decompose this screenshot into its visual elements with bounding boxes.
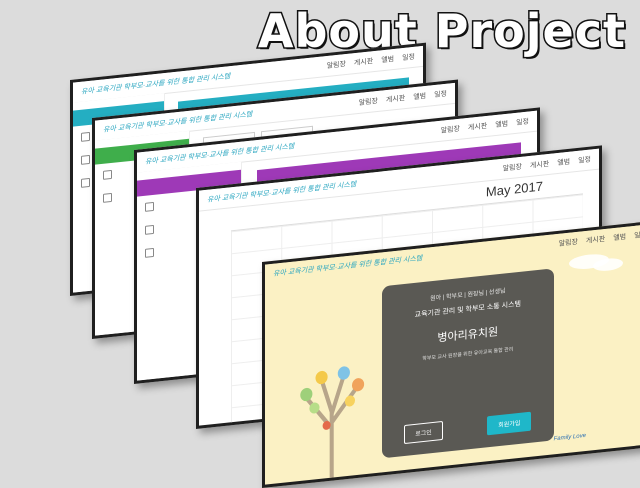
menu-item[interactable]: 게시판 (586, 234, 605, 246)
leaf (315, 370, 328, 385)
menu-item[interactable]: 일정 (434, 89, 447, 100)
slide-menu: 알림장 게시판 앨범 일정 (359, 89, 447, 108)
page-icon (81, 131, 90, 142)
menu-item[interactable]: 게시판 (530, 159, 549, 171)
menu-item[interactable]: 알림장 (503, 162, 522, 174)
signature-text: Family Love (553, 432, 586, 443)
menu-item[interactable]: 알림장 (327, 59, 346, 71)
menu-item[interactable]: 알림장 (559, 237, 578, 249)
menu-item[interactable]: 일정 (634, 230, 640, 241)
menu-item[interactable]: 게시판 (468, 121, 487, 133)
menu-item[interactable]: 앨범 (613, 232, 626, 243)
login-button[interactable]: 로그인 (404, 420, 443, 445)
panel-buttons: 로그인 회원가입 (382, 409, 554, 446)
slide-menu: 알림장 게시판 앨범 일정 (559, 230, 640, 249)
slide-stack: 유아 교육기관 학부모·교사를 위한 통합 관리 시스템 알림장 게시판 앨범 … (0, 0, 640, 488)
leaf (337, 366, 350, 380)
slide-menu: 알림장 게시판 앨범 일정 (441, 116, 529, 135)
page-icon (103, 169, 112, 180)
slide-menu: 알림장 게시판 앨범 일정 (503, 154, 591, 173)
tree-trunk (304, 374, 359, 478)
menu-item[interactable]: 앨범 (381, 54, 394, 65)
page-icon (81, 154, 90, 165)
menu-item[interactable]: 일정 (578, 154, 591, 165)
page-icon (81, 177, 90, 188)
menu-item[interactable]: 일정 (516, 116, 529, 127)
menu-item[interactable]: 일정 (402, 52, 415, 63)
tree-illustration (299, 366, 364, 478)
menu-item[interactable]: 앨범 (495, 119, 508, 130)
page-icon (145, 201, 154, 212)
menu-item[interactable]: 게시판 (354, 56, 373, 68)
menu-item[interactable]: 게시판 (386, 93, 405, 105)
menu-item[interactable]: 알림장 (441, 124, 460, 136)
leaf (351, 378, 364, 392)
slide-landing: 유아 교육기관 학부모·교사를 위한 통합 관리 시스템 알림장 게시판 앨범 … (262, 220, 640, 488)
menu-item[interactable]: 앨범 (413, 91, 426, 102)
menu-item[interactable]: 앨범 (557, 157, 570, 168)
login-panel: 원아 | 학부모 | 원장님 | 선생님 교육기관 관리 및 학부모 소통 시스… (382, 268, 554, 459)
leaf (344, 395, 355, 407)
menu-item[interactable]: 알림장 (359, 96, 378, 108)
page-icon (145, 224, 154, 235)
page-icon (145, 247, 154, 258)
signup-button[interactable]: 회원가입 (487, 411, 532, 436)
slide-menu: 알림장 게시판 앨범 일정 (327, 52, 415, 71)
page-icon (103, 192, 112, 203)
